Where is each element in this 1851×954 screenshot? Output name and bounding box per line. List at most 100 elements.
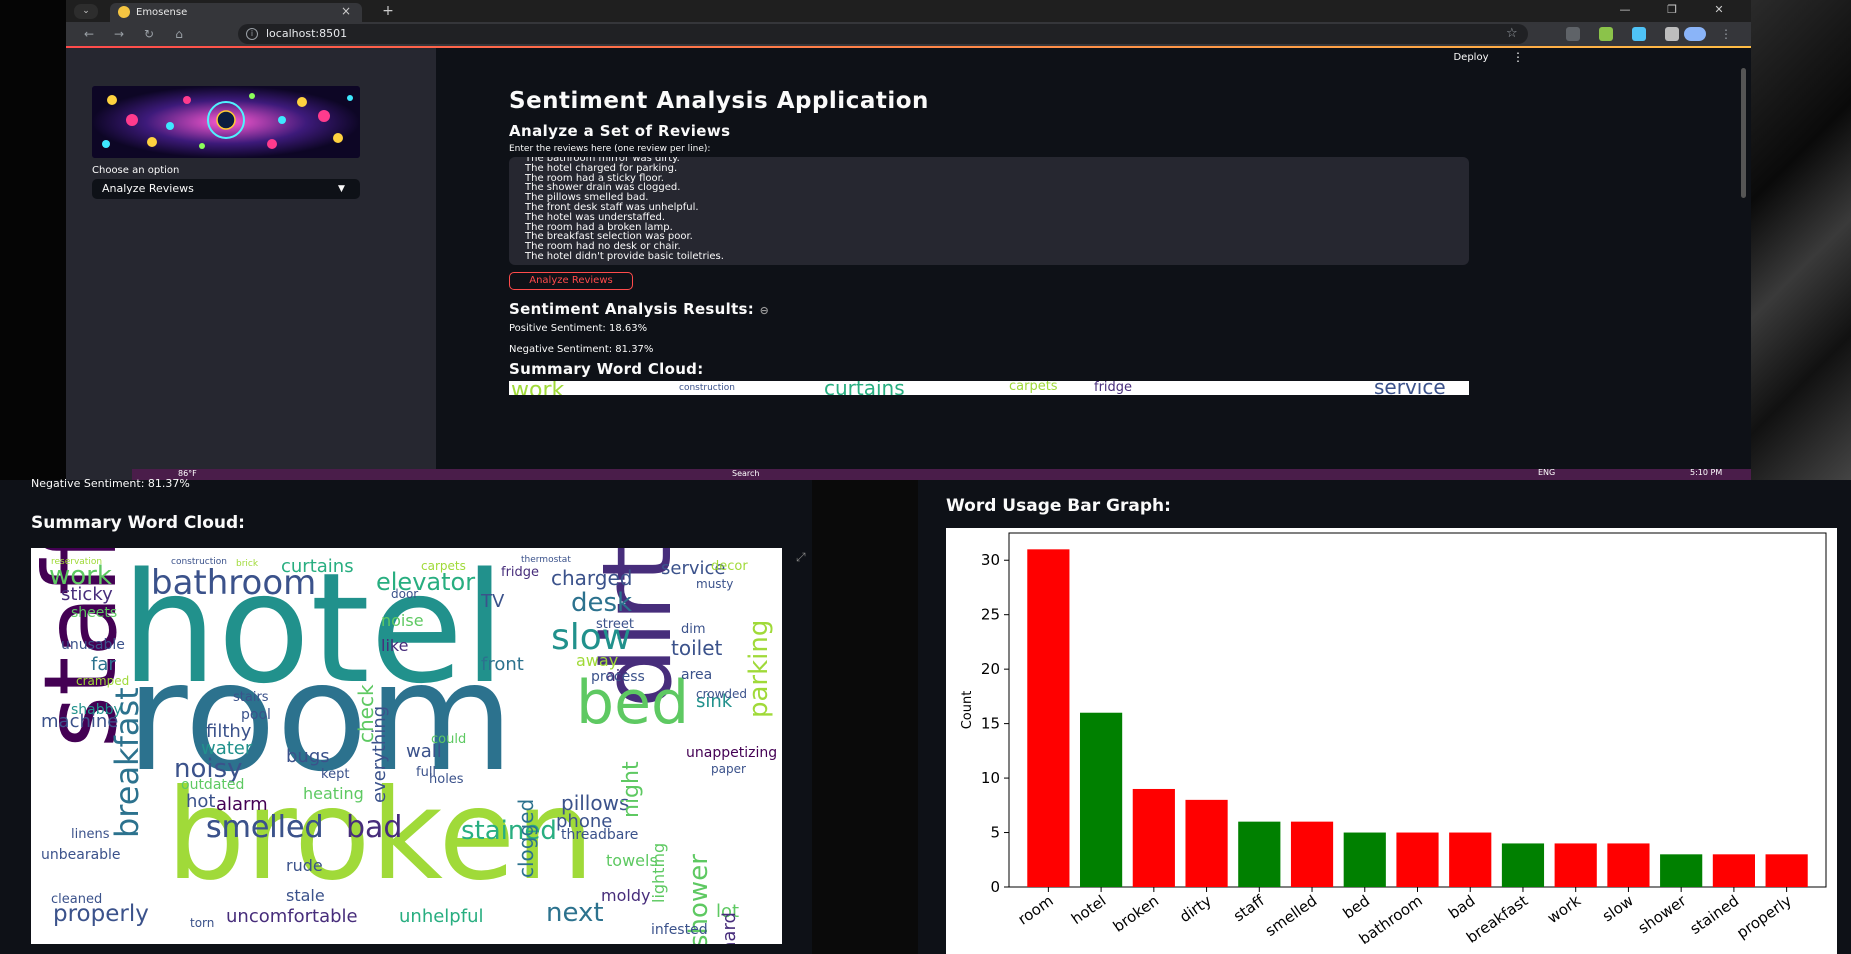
bar-breakfast (1501, 843, 1545, 887)
negative-sentiment-partial: Negative Sentiment: 81.37% (31, 477, 190, 490)
x-tick-label: bed (1340, 892, 1373, 923)
forward-icon[interactable]: → (110, 25, 128, 43)
reviews-textarea[interactable]: The bathroom mirror was dirty. The hotel … (509, 157, 1469, 265)
extension-icon[interactable] (1632, 27, 1646, 41)
bar-chart-svg: 0 5 10 15 20 25 30 Count room hotel broken dirty sta… (960, 532, 1827, 948)
wordcloud-word: construction (679, 383, 735, 393)
bar-smelled (1290, 821, 1334, 887)
wordcloud-heading: Summary Word Cloud: (509, 360, 704, 378)
wordcloud-word: smelled (206, 810, 324, 845)
bar-properly (1765, 854, 1808, 887)
taskbar-search[interactable]: Search (732, 469, 759, 478)
wordcloud-word: sheets (71, 605, 118, 621)
wordcloud-word: carpets (421, 559, 466, 573)
y-tick-label: 10 (981, 769, 1000, 787)
bar-hotel (1080, 712, 1123, 887)
tab-close-icon[interactable]: × (338, 3, 354, 19)
wordcloud-word: decor (711, 559, 748, 574)
maximize-button[interactable]: ❐ (1662, 3, 1682, 16)
wordcloud-word: pool (241, 707, 271, 723)
x-tick-label: slow (1599, 892, 1637, 926)
extension-icon[interactable] (1566, 27, 1580, 41)
analyze-reviews-button[interactable]: Analyze Reviews (509, 272, 633, 290)
select-label: Choose an option (92, 165, 180, 176)
wordcloud-word: noise (381, 611, 424, 630)
wordcloud-word: check (354, 684, 378, 743)
wordcloud-word: next (546, 898, 604, 928)
bar-dirty (1185, 799, 1228, 887)
wordcloud-word: shabby (71, 702, 122, 718)
new-tab-button[interactable]: + (380, 3, 396, 19)
wordcloud-word: reservation (51, 557, 103, 567)
bar-chart: 0 5 10 15 20 25 30 Count room hotel broken dirty sta… (946, 528, 1837, 954)
y-tick-label: 25 (981, 606, 1000, 624)
tab-strip: ⌄ Emosense × + — ❐ ✕ (66, 0, 1751, 22)
wordcloud-word: carpets (1009, 381, 1058, 394)
main-menu-icon[interactable]: ⋮ (1511, 50, 1525, 64)
wordcloud-word: sticky (61, 584, 113, 605)
bookmark-star-icon[interactable]: ☆ (1506, 24, 1518, 44)
tab-title: Emosense (136, 7, 188, 18)
wordcloud-word: lighting (649, 842, 668, 903)
wordcloud-word: water (201, 738, 253, 759)
reload-icon[interactable]: ↻ (140, 25, 158, 43)
wordcloud-word: cleaned (51, 892, 103, 907)
wordcloud-word: moldy (601, 886, 651, 905)
option-select[interactable]: Analyze Reviews ▼ (92, 179, 360, 199)
y-tick-label: 5 (990, 824, 1000, 842)
wordcloud-word: heating (303, 784, 364, 803)
wordcloud-word: charged (551, 566, 633, 590)
wordcloud-word: stale (286, 886, 325, 905)
wordcloud-word: linens (71, 827, 110, 842)
tab-search-button[interactable]: ⌄ (74, 4, 98, 19)
wordcloud-word: hot (186, 791, 216, 812)
minimize-button[interactable]: — (1615, 3, 1635, 16)
language-indicator[interactable]: ENG (1538, 468, 1555, 477)
deploy-button[interactable]: Deploy (1446, 50, 1496, 66)
wordcloud-word: kept (321, 767, 350, 782)
wordcloud-word: door (391, 587, 419, 601)
browser-menu-icon[interactable]: ⋮ (1717, 25, 1735, 43)
chevron-down-icon: ▼ (338, 184, 345, 194)
page-scrollbar[interactable] (1741, 68, 1746, 198)
close-window-button[interactable]: ✕ (1709, 3, 1729, 16)
wordcloud-word: hard (719, 912, 740, 944)
anchor-link-icon[interactable]: ⊖ (760, 304, 770, 317)
bar-bad (1449, 832, 1492, 887)
wordcloud-word: stairs (233, 690, 269, 705)
wordcloud-word: curtains (824, 381, 905, 395)
back-icon[interactable]: ← (80, 25, 98, 43)
x-tick-label: smelled (1262, 892, 1320, 940)
textarea-content: The bathroom mirror was dirty. The hotel … (525, 157, 724, 262)
wordcloud-word: bad (346, 810, 403, 845)
tab-emosense[interactable]: Emosense (110, 3, 362, 22)
wordcloud-word: threadbare (561, 827, 639, 843)
extensions-puzzle-icon[interactable] (1665, 27, 1679, 41)
wordcloud-word: street (596, 617, 635, 632)
clock-text: 5:10 PM (1690, 468, 1723, 477)
wordcloud-word: desk (571, 588, 633, 618)
fullscreen-icon[interactable]: ⤢ (796, 550, 806, 565)
wordcloud-word: outdated (181, 777, 245, 793)
y-tick-label: 30 (981, 551, 1000, 569)
x-tick-label: staff (1230, 891, 1268, 925)
site-info-icon[interactable]: i (246, 28, 258, 40)
wordcloud-preview: work construction curtains carpets fridg… (509, 381, 1469, 395)
wordcloud-word: full (416, 765, 437, 780)
profile-avatar[interactable] (1684, 27, 1706, 41)
bar-slow (1607, 843, 1650, 887)
address-bar[interactable]: i localhost:8501 ☆ (238, 24, 1528, 44)
bar-graph-title: Word Usage Bar Graph: (946, 496, 1171, 516)
wordcloud-word: torn (190, 916, 215, 930)
wordcloud-word: unhelpful (399, 906, 484, 927)
home-icon[interactable]: ⌂ (170, 25, 188, 43)
negative-sentiment-text: Negative Sentiment: 81.37% (509, 344, 654, 355)
extension-icon[interactable] (1599, 27, 1613, 41)
wordcloud-word: night (619, 761, 644, 818)
wordcloud-word: unappetizing (686, 745, 778, 761)
y-tick-label: 15 (981, 715, 1000, 733)
y-tick-label: 20 (981, 660, 1000, 678)
bar-shower (1660, 854, 1703, 887)
wordcloud-word: far (91, 654, 116, 675)
wordcloud-word: like (381, 636, 409, 655)
